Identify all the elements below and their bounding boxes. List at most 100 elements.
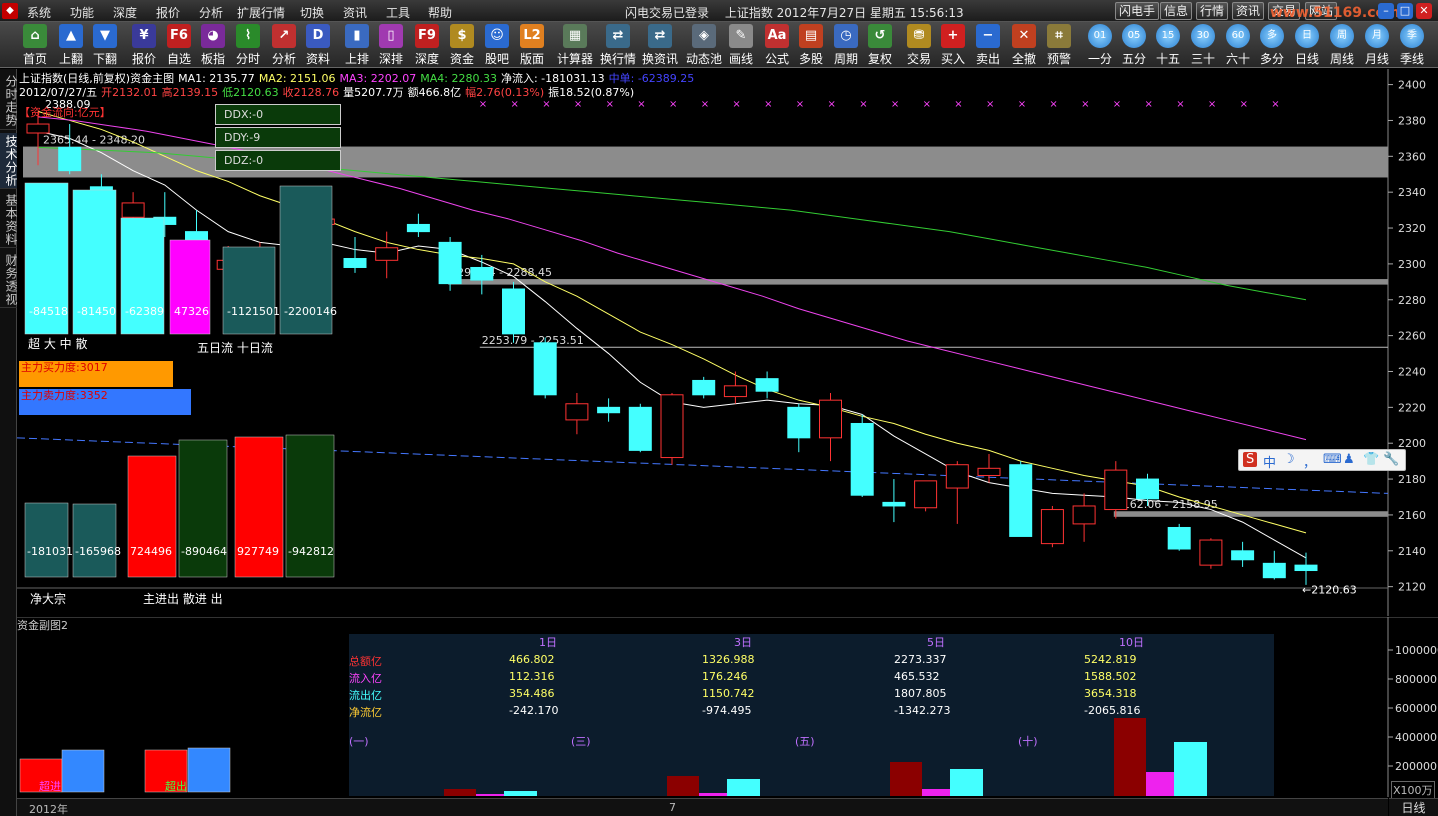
menu-item-1[interactable]: 功能 [70, 4, 94, 21]
top-button-3[interactable]: 资讯 [1232, 2, 1265, 20]
toolbar-button-25[interactable]: + 买入 [935, 24, 971, 66]
toolbar-button-9[interactable]: ▮ 上排 [339, 24, 375, 66]
ime-toolbar[interactable]: S 中 ☽ ， ⌨ ♟ 👕 🔧 [1238, 449, 1406, 471]
left-tab-0[interactable]: 分时走势 [0, 72, 18, 130]
period-button-9[interactable]: 季季线 [1394, 24, 1430, 66]
x-marker: × [1018, 99, 1026, 110]
top-button-1[interactable]: 信息 [1160, 2, 1193, 20]
menu-item-6[interactable]: 切换 [300, 4, 324, 21]
candle-body [565, 403, 589, 421]
toolbar-button-13[interactable]: ☺ 股吧 [479, 24, 515, 66]
toolbar-button-26[interactable]: − 卖出 [970, 24, 1006, 66]
toolbar-button-label: 报价 [131, 52, 156, 66]
toolbar-button-2[interactable]: ▼ 下翻 [87, 24, 123, 66]
left-tab-3[interactable]: 财务透视 [0, 252, 18, 308]
candle-body [58, 146, 82, 172]
period-label: 一分 [1087, 52, 1112, 66]
toolbar-button-label: 资金 [449, 52, 474, 66]
toolbar-button-18[interactable]: ◈ 动态池 [683, 24, 725, 66]
toolbar-button-label: 下翻 [92, 52, 117, 66]
menu-item-3[interactable]: 报价 [156, 4, 180, 21]
period-button-2[interactable]: 15 十五 [1150, 24, 1186, 66]
chinese-mode-icon[interactable]: 中 [1263, 452, 1276, 471]
period-button-4[interactable]: 60 六十 [1220, 24, 1256, 66]
menu-item-2[interactable]: 深度 [113, 4, 137, 21]
toolbar-button-label: 多股 [798, 52, 823, 66]
toolbar-button-27[interactable]: ✕ 全撤 [1006, 24, 1042, 66]
period-button-6[interactable]: 日日线 [1289, 24, 1325, 66]
toolbar-button-label: 上翻 [58, 52, 83, 66]
y-tick-label: 2120 [1398, 581, 1426, 594]
toolbar-button-21[interactable]: ▤ 多股 [793, 24, 829, 66]
candle-body [121, 202, 145, 218]
toolbar-button-11[interactable]: F9 深度 [409, 24, 445, 66]
period-button-5[interactable]: 多多分 [1254, 24, 1290, 66]
toolbar-button-8[interactable]: D 资料 [300, 24, 336, 66]
period-button[interactable]: 日线 [1389, 798, 1438, 816]
toolbar-button-17[interactable]: ⇄ 换资讯 [639, 24, 681, 66]
left-tab-1[interactable]: 技术分析 [0, 133, 18, 189]
wrench-icon[interactable]: 🔧 [1383, 452, 1399, 467]
left-tab-2[interactable]: 基本资料 [0, 192, 18, 248]
toolbar-button-5[interactable]: ◕ 板指 [195, 24, 231, 66]
period-button-8[interactable]: 月月线 [1359, 24, 1395, 66]
toolbar-button-6[interactable]: ⌇ 分时 [230, 24, 266, 66]
toolbar-button-14[interactable]: L2 版面 [514, 24, 550, 66]
period-label: 日线 [1294, 52, 1319, 66]
menu-item-9[interactable]: 帮助 [428, 4, 452, 21]
toolbar-button-15[interactable]: ▦ 计算器 [554, 24, 596, 66]
x-marker: × [1113, 99, 1121, 110]
minimize-icon[interactable]: – [1378, 3, 1394, 19]
menu-item-5[interactable]: 扩展行情 [237, 4, 285, 21]
toolbar-button-3[interactable]: ¥ 报价 [126, 24, 162, 66]
maximize-icon[interactable]: □ [1397, 3, 1413, 19]
punctuation-icon[interactable]: ， [1303, 452, 1316, 471]
keyboard-icon[interactable]: ⌨ [1323, 452, 1342, 467]
toolbar-button-4[interactable]: F6 自选 [161, 24, 197, 66]
moon-icon[interactable]: ☽ [1283, 452, 1295, 467]
period-circle-icon: 05 [1122, 24, 1146, 48]
toolbar-button-0[interactable]: ⌂ 首页 [17, 24, 53, 66]
top-button-2[interactable]: 行情 [1196, 2, 1229, 20]
toolbar-button-24[interactable]: ⛃ 交易 [901, 24, 937, 66]
panel-header-3: 10日 [1119, 636, 1144, 649]
top-button-0[interactable]: 闪电手 [1115, 2, 1160, 20]
toolbar-button-28[interactable]: ⌗ 预警 [1041, 24, 1077, 66]
resistance-zone-1 [448, 279, 1389, 285]
period-button-7[interactable]: 周周线 [1324, 24, 1360, 66]
period-button-0[interactable]: 01 一分 [1082, 24, 1118, 66]
menu-item-7[interactable]: 资讯 [343, 4, 367, 21]
menu-item-4[interactable]: 分析 [199, 4, 223, 21]
period-button-1[interactable]: 05 五分 [1116, 24, 1152, 66]
panel-value-3-2: -1342.273 [894, 704, 951, 717]
toolbar-button-label: 换行情 [599, 52, 636, 66]
flow-bar-bottom-2 [127, 455, 177, 578]
sogou-logo-icon[interactable]: S [1243, 452, 1258, 467]
candle-body [945, 464, 969, 489]
toolbar-button-19[interactable]: ✎ 画线 [723, 24, 759, 66]
period-circle-icon: 季 [1400, 24, 1424, 48]
flow-bar-bottom-label-4: 927749 [237, 545, 279, 558]
header-line2-seg-0: 2012/07/27/五 [19, 86, 98, 99]
toolbar-button-23[interactable]: ↺ 复权 [862, 24, 898, 66]
panel-value-1-2: 465.532 [894, 670, 940, 683]
close-icon[interactable]: ✕ [1416, 3, 1432, 19]
toolbar-button-20[interactable]: Aa 公式 [759, 24, 795, 66]
menu-item-8[interactable]: 工具 [386, 4, 410, 21]
skin-icon[interactable]: 👕 [1363, 452, 1379, 467]
menu-item-0[interactable]: 系统 [27, 4, 51, 21]
flow-bar-bottom-label-0: -181031 [27, 545, 73, 558]
main-buy-power-label: 主力买力度:3017 [21, 361, 108, 374]
panel-bar-out-1 [727, 778, 760, 796]
toolbar-button-12[interactable]: $ 资金 [444, 24, 480, 66]
toolbar-button-22[interactable]: ◷ 周期 [828, 24, 864, 66]
toolbar-button-7[interactable]: ↗ 分析 [266, 24, 302, 66]
user-icon[interactable]: ♟ [1343, 452, 1355, 467]
toolbar-button-10[interactable]: ▯ 深排 [373, 24, 409, 66]
ddx-box-1: DDY:-9 [215, 127, 341, 148]
panel-row-label-1: 流入亿 [349, 672, 382, 685]
period-button-3[interactable]: 30 三十 [1185, 24, 1221, 66]
toolbar-button-1[interactable]: ▲ 上翻 [53, 24, 89, 66]
toolbar-button-16[interactable]: ⇄ 换行情 [597, 24, 639, 66]
x-marker: × [891, 99, 899, 110]
